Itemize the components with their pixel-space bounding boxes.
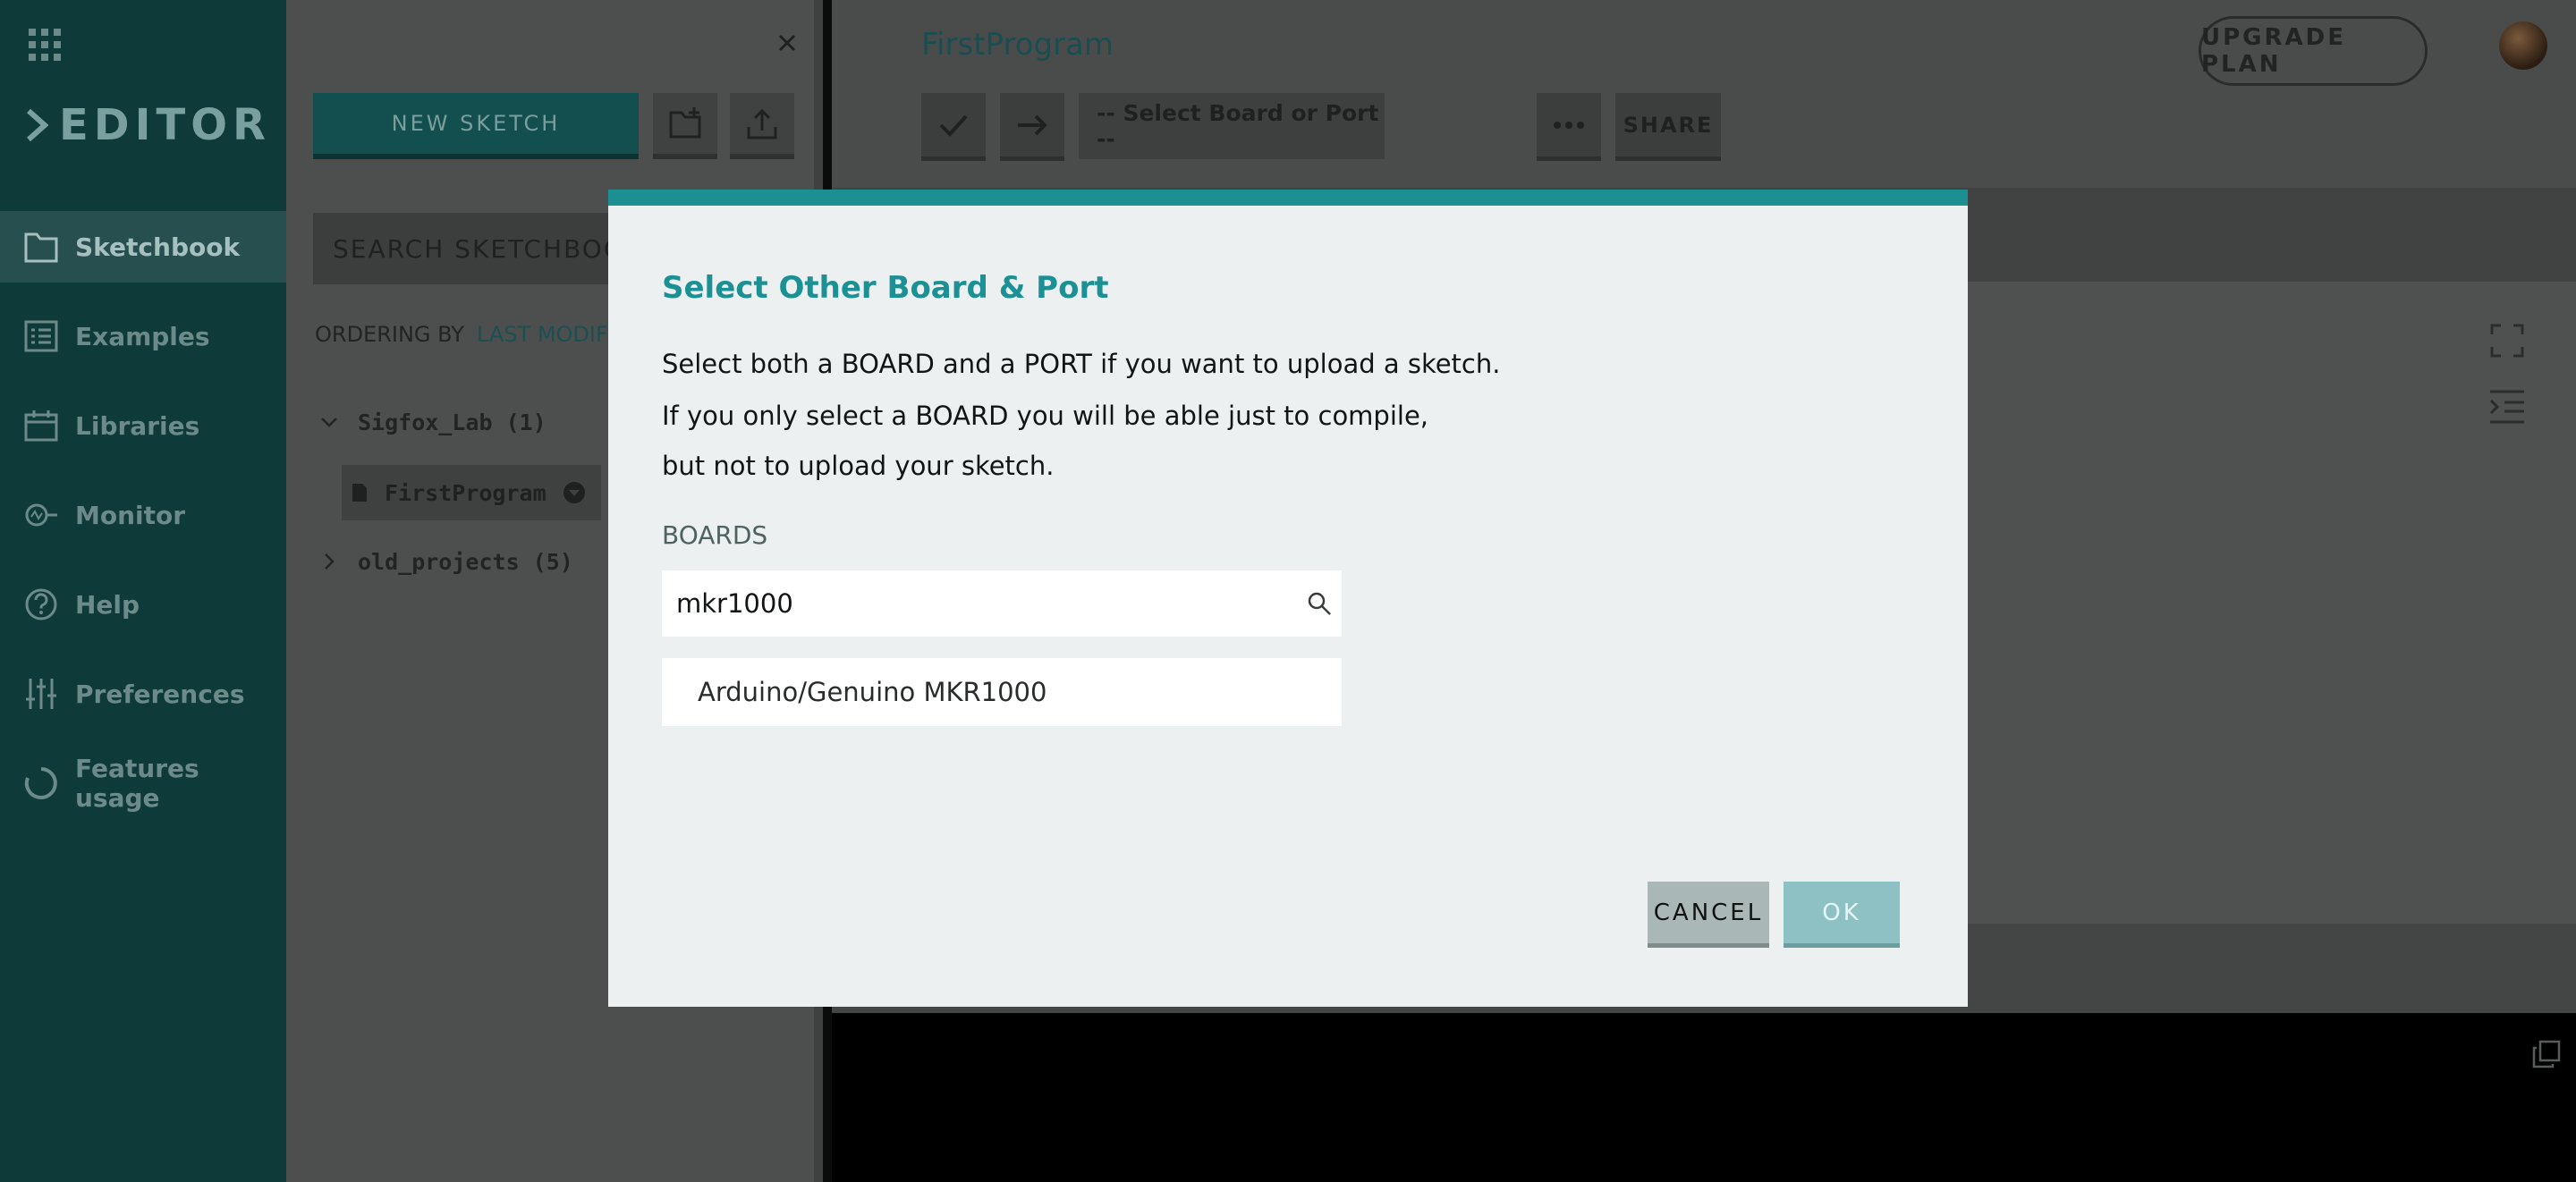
dialog-text-line-3: but not to upload your sketch. [662, 451, 1055, 481]
folder-icon [24, 232, 58, 263]
main-nav: Sketchbook Examples Libraries Monitor He… [0, 211, 286, 837]
brand-name: EDITOR [59, 100, 271, 150]
dialog-title: Select Other Board & Port [662, 270, 1109, 306]
nav-label: Examples [75, 321, 210, 351]
chevron-right-icon [325, 553, 335, 570]
new-sketch-button[interactable]: NEW SKETCH [313, 93, 639, 159]
monitor-icon [25, 503, 57, 527]
select-board-dialog: Select Other Board & Port Select both a … [608, 190, 1968, 1007]
expand-icon[interactable] [2488, 322, 2526, 359]
ok-button[interactable]: OK [1784, 882, 1900, 948]
nav-item-libraries[interactable]: Libraries [0, 390, 286, 461]
list-icon [24, 320, 58, 352]
library-icon [24, 410, 58, 442]
avatar[interactable] [2499, 21, 2547, 70]
sketch-title[interactable]: FirstProgram [921, 27, 1114, 63]
dropdown-icon[interactable] [563, 481, 586, 504]
upload-icon [747, 108, 777, 139]
ordering-value[interactable]: LAST MODIFIE [477, 322, 628, 347]
folder-name: old_projects (5) [358, 548, 573, 575]
nav-item-examples[interactable]: Examples [0, 300, 286, 372]
copy-icon[interactable] [2531, 1039, 2562, 1069]
more-dots-icon [1554, 121, 1584, 129]
upgrade-plan-button[interactable]: UPGRADE PLAN [2199, 16, 2428, 86]
verify-button[interactable] [921, 93, 986, 161]
apps-grid-icon[interactable] [29, 29, 61, 61]
indent-icon[interactable] [2488, 388, 2526, 426]
editor-brand: EDITOR [25, 98, 271, 152]
chevron-down-icon [321, 418, 337, 427]
search-icon [1308, 592, 1331, 615]
new-folder-button[interactable] [653, 93, 717, 159]
import-button[interactable] [730, 93, 794, 159]
folder-row-sigfox[interactable]: Sigfox_Lab (1) [318, 404, 547, 440]
cancel-button[interactable]: CANCEL [1648, 882, 1769, 948]
sliders-icon [26, 679, 56, 709]
sketch-name: FirstProgram [385, 479, 547, 506]
close-icon[interactable] [773, 29, 801, 57]
nav-item-preferences[interactable]: Preferences [0, 658, 286, 730]
folder-plus-icon [669, 107, 701, 139]
boards-label: BOARDS [662, 520, 768, 550]
upload-button[interactable] [1000, 93, 1064, 161]
nav-label: Features usage [75, 754, 199, 813]
left-rail: EDITOR Sketchbook Examples Libraries Mon… [0, 0, 286, 1182]
nav-label: Monitor [75, 500, 186, 530]
dialog-text-line-2: If you only select a BOARD you will be a… [662, 401, 1429, 431]
more-button[interactable] [1537, 93, 1601, 161]
help-icon [25, 588, 57, 621]
nav-item-features-usage[interactable]: Features usage [0, 747, 286, 819]
board-search-input[interactable] [662, 570, 1342, 637]
sketch-row-firstprogram[interactable]: FirstProgram [342, 465, 601, 520]
nav-item-help[interactable]: Help [0, 569, 286, 640]
folder-row-old-projects[interactable]: old_projects (5) [318, 544, 573, 579]
nav-label: Help [75, 589, 140, 620]
ordering: ORDERING BY LAST MODIFIE [315, 322, 628, 347]
file-icon [352, 484, 367, 502]
nav-label: Preferences [75, 679, 245, 709]
board-port-select[interactable]: -- Select Board or Port -- [1079, 93, 1385, 159]
dialog-text-line-1: Select both a BOARD and a PORT if you wa… [662, 349, 1501, 379]
board-result-item[interactable]: Arduino/Genuino MKR1000 [662, 658, 1342, 726]
checkmark-icon [939, 114, 968, 137]
arrow-right-icon [1018, 114, 1047, 135]
share-button[interactable]: SHARE [1615, 93, 1721, 161]
nav-label: Sketchbook [75, 232, 241, 262]
folder-name: Sigfox_Lab (1) [358, 409, 547, 435]
ordering-label: ORDERING BY [315, 322, 464, 347]
nav-label: Libraries [75, 410, 200, 441]
console-output [832, 1013, 2576, 1182]
usage-icon [24, 767, 57, 799]
nav-item-sketchbook[interactable]: Sketchbook [0, 211, 286, 283]
nav-item-monitor[interactable]: Monitor [0, 479, 286, 551]
chevron-right-icon [27, 108, 48, 142]
